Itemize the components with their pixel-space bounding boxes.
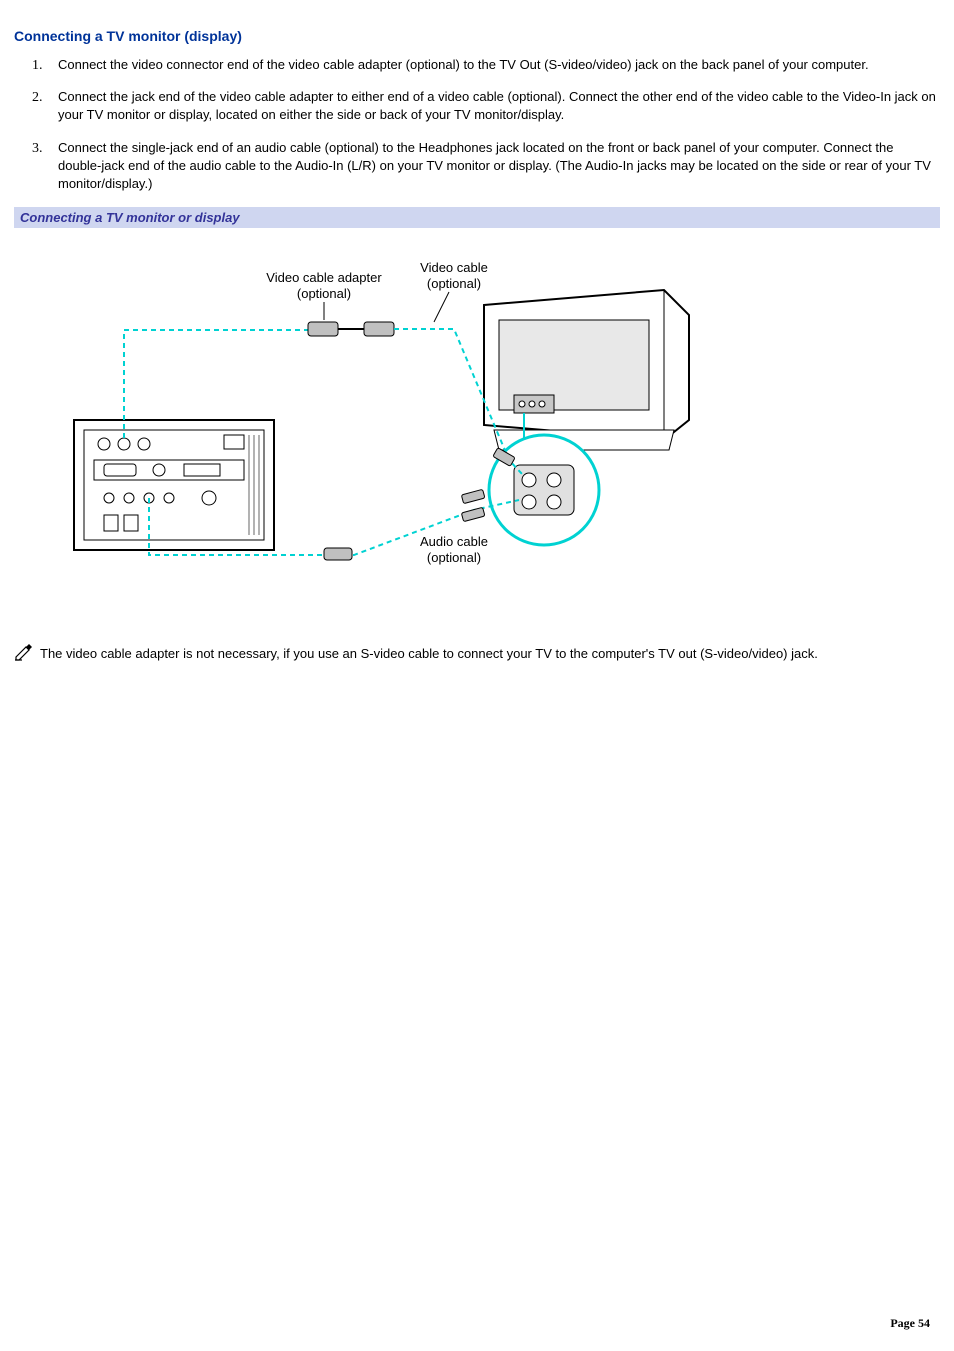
note-pencil-icon: [14, 643, 36, 666]
figure-caption: Connecting a TV monitor or display: [14, 207, 940, 228]
computer-back-panel-icon: [74, 420, 274, 550]
page-number: 54: [918, 1316, 930, 1330]
step-item: Connect the single-jack end of an audio …: [58, 139, 940, 194]
note-text: The video cable adapter is not necessary…: [40, 646, 818, 661]
tv-monitor-icon: [484, 290, 689, 450]
label-video-cable-2: (optional): [427, 276, 481, 291]
label-video-cable-1: Video cable: [420, 260, 488, 275]
steps-list: Connect the video connector end of the v…: [14, 56, 940, 193]
page-label: Page: [890, 1316, 915, 1330]
label-video-cable-adapter-1: Video cable adapter: [266, 270, 382, 285]
section-heading: Connecting a TV monitor (display): [14, 28, 940, 44]
figure-diagram: Video cable adapter (optional) Video cab…: [14, 234, 940, 603]
label-audio-cable-2: (optional): [427, 550, 481, 565]
step-item: Connect the jack end of the video cable …: [58, 88, 940, 124]
page-footer: Page 54: [890, 1316, 930, 1331]
label-video-cable-adapter-2: (optional): [297, 286, 351, 301]
label-audio-cable-1: Audio cable: [420, 534, 488, 549]
note-paragraph: The video cable adapter is not necessary…: [14, 643, 940, 666]
step-item: Connect the video connector end of the v…: [58, 56, 940, 74]
